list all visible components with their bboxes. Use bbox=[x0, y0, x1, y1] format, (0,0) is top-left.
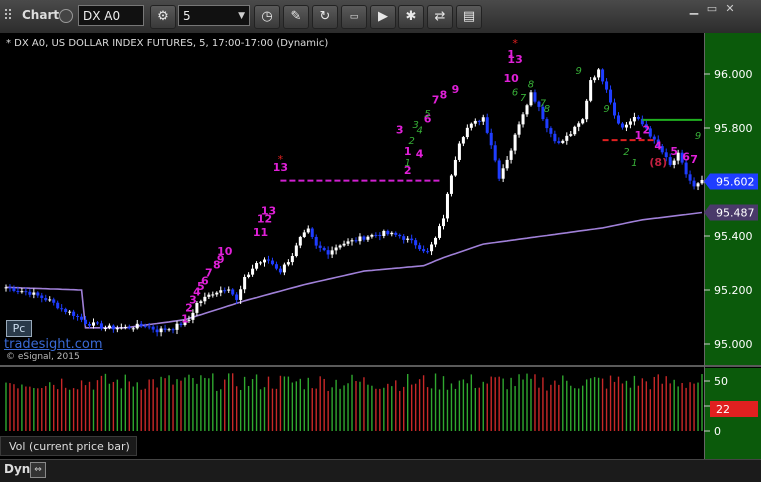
td-setup-label: 2 bbox=[643, 123, 651, 136]
td-setup-label: 4 bbox=[654, 140, 662, 153]
window-title: Chart bbox=[22, 8, 60, 22]
minimize-icon[interactable]: ▁ bbox=[686, 2, 702, 16]
td-setup-label: (8) bbox=[649, 156, 667, 169]
symbol-search-icon[interactable]: ⚙ bbox=[150, 5, 176, 29]
td-star-marker: * bbox=[512, 37, 518, 50]
td-setup-label: 10 bbox=[503, 72, 519, 85]
td-setup-label: 10 bbox=[217, 245, 233, 258]
candle bbox=[497, 158, 501, 182]
td-countdown-label: 2 bbox=[408, 136, 414, 147]
window-titlebar: Chart DX A0 ⚙ 5 ▼ ◷ ✎ ↻ ▭ ▶ ✱ ⇄ ▤ ▁ ▭ ✕ bbox=[0, 0, 761, 34]
candle bbox=[589, 77, 593, 103]
copyright-text: © eSignal, 2015 bbox=[6, 352, 80, 362]
td-setup-label: 13 bbox=[261, 204, 276, 217]
note-icon[interactable]: ▤ bbox=[456, 5, 482, 29]
pencil-icon[interactable]: ✎ bbox=[283, 5, 309, 29]
td-countdown-label: 6 bbox=[512, 88, 518, 99]
chart-title: * DX A0, US DOLLAR INDEX FUTURES, 5, 17:… bbox=[6, 38, 329, 49]
current-price-label: 95.602 bbox=[716, 175, 755, 188]
clock-icon[interactable]: ◷ bbox=[254, 5, 280, 29]
td-countdown-label: 4 bbox=[416, 125, 422, 136]
volume-current-label: 22 bbox=[716, 403, 730, 416]
cursor-icon[interactable]: ↻ bbox=[312, 5, 338, 29]
td-setup-label: 3 bbox=[396, 123, 404, 136]
restore-icon[interactable]: ▭ bbox=[704, 2, 720, 16]
candle bbox=[585, 98, 589, 123]
time-axis-bar: Dyn ⇔ bbox=[0, 459, 761, 482]
link-status-icon[interactable] bbox=[59, 9, 73, 23]
td-countdown-label: 9 bbox=[603, 104, 609, 115]
close-icon[interactable]: ✕ bbox=[722, 2, 738, 16]
y-tick-label: 95.200 bbox=[714, 284, 753, 297]
td-setup-label: 9 bbox=[452, 83, 460, 96]
td-countdown-label: 8 bbox=[544, 104, 550, 115]
td-countdown-label: 2 bbox=[623, 147, 629, 158]
candle bbox=[529, 89, 533, 107]
td-countdown-label: 1 bbox=[405, 158, 411, 169]
td-setup-label: 13 bbox=[507, 53, 522, 66]
interval-select[interactable]: 5 ▼ bbox=[178, 5, 250, 26]
td-setup-label: 7 bbox=[432, 94, 440, 107]
td-setup-label: 11 bbox=[253, 226, 268, 239]
link-icon[interactable]: ⇄ bbox=[427, 5, 453, 29]
play-icon[interactable]: ▶ bbox=[370, 5, 396, 29]
symbol-input[interactable]: DX A0 bbox=[78, 5, 144, 26]
y-tick-label: 95.000 bbox=[714, 338, 753, 351]
price-axis-panel bbox=[705, 33, 761, 365]
y-tick-label: 96.000 bbox=[714, 68, 753, 81]
td-countdown-label: 9 bbox=[576, 66, 582, 77]
y-tick-label: 95.800 bbox=[714, 122, 753, 135]
td-star-marker: * bbox=[278, 153, 284, 166]
candle bbox=[449, 174, 453, 197]
volume-y-tick-label: 0 bbox=[714, 425, 721, 438]
y-tick-label: 95.400 bbox=[714, 230, 753, 243]
ma-value-label: 95.487 bbox=[716, 207, 755, 220]
pc-badge[interactable]: Pc bbox=[6, 320, 32, 337]
td-setup-label: 7 bbox=[205, 267, 213, 280]
td-countdown-label: 5 bbox=[424, 109, 430, 120]
td-setup-label: 6 bbox=[682, 150, 690, 163]
volume-y-tick-label: 50 bbox=[714, 375, 728, 388]
td-setup-label: 1 bbox=[635, 129, 643, 142]
interval-value: 5 bbox=[183, 9, 191, 23]
grip-icon bbox=[4, 8, 14, 22]
chevron-down-icon: ▼ bbox=[238, 11, 245, 21]
settings-icon[interactable]: ✱ bbox=[398, 5, 424, 29]
td-setup-label: 8 bbox=[440, 88, 448, 101]
td-setup-label: 7 bbox=[690, 153, 698, 166]
price-chart[interactable]: 95.00095.20095.40095.60095.80096.00095.6… bbox=[0, 33, 761, 459]
indicator-label: Vol (current price bar) bbox=[0, 436, 137, 456]
td-setup-label: 5 bbox=[670, 145, 678, 158]
candle bbox=[457, 141, 461, 162]
td-countdown-label: 7 bbox=[520, 93, 527, 104]
td-countdown-label: 8 bbox=[528, 80, 534, 91]
dyn-label[interactable]: Dyn bbox=[4, 462, 30, 476]
watermark-link[interactable]: tradesight.com bbox=[4, 337, 103, 352]
scale-icon[interactable]: ⇔ bbox=[30, 462, 46, 478]
td-setup-label: 4 bbox=[416, 148, 424, 161]
candle bbox=[445, 192, 449, 222]
quote-icon[interactable]: ▭ bbox=[341, 5, 367, 29]
td-countdown-label: 9 bbox=[695, 131, 701, 142]
td-countdown-label: 1 bbox=[631, 158, 637, 169]
